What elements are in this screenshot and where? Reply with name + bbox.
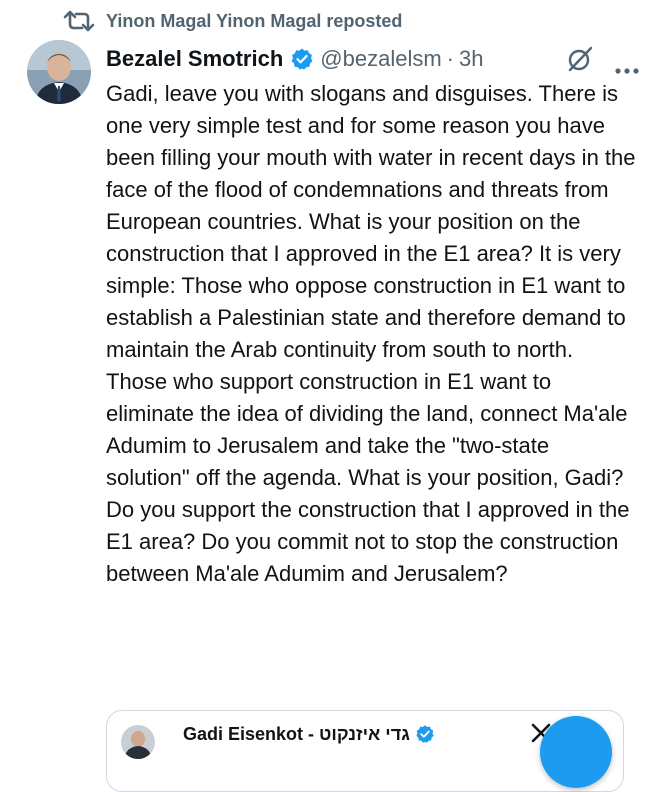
more-icon[interactable] [614, 55, 640, 74]
quoted-author-name: Gadi Eisenkot - גדי איזנקוט [183, 724, 410, 744]
separator-dot: · [446, 46, 454, 71]
quoted-avatar [121, 725, 155, 759]
tweet-header: Bezalel Smotrich @bezalelsm · 3h [106, 42, 640, 76]
author-handle[interactable]: @bezalelsm [320, 46, 441, 72]
tweet-text: Gadi, leave you with slogans and disguis… [106, 81, 636, 586]
header-actions [566, 45, 640, 74]
tweet-timestamp[interactable]: 3h [459, 46, 483, 72]
quoted-verified-badge-icon [415, 724, 435, 744]
compose-button[interactable] [540, 716, 612, 788]
avatar[interactable] [27, 40, 91, 104]
repost-label[interactable]: Yinon Magal Yinon Magal reposted [106, 11, 402, 32]
verified-badge-icon [290, 47, 314, 71]
repost-icon [62, 9, 96, 33]
repost-indicator[interactable]: Yinon Magal Yinon Magal reposted [62, 8, 402, 34]
grok-icon[interactable] [566, 45, 594, 73]
author-name[interactable]: Bezalel Smotrich [106, 46, 283, 72]
